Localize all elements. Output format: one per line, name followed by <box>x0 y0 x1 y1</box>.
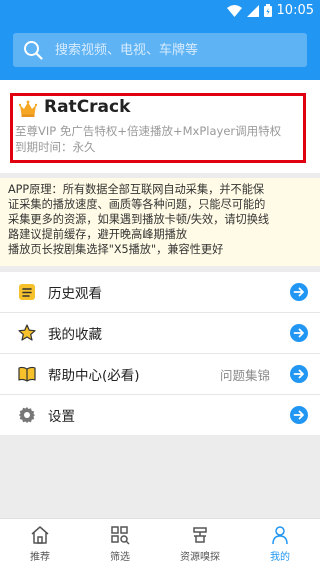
search-bar[interactable] <box>13 33 307 67</box>
menu-item-favorites[interactable]: 我的收藏 <box>0 313 320 354</box>
username: RatCrack <box>44 97 131 117</box>
tab-filter[interactable]: 筛选 <box>80 519 160 569</box>
signal-icon <box>246 4 259 17</box>
menu-item-settings[interactable]: 设置 <box>0 395 320 435</box>
gear-icon <box>19 407 35 423</box>
vip-privileges: 至尊VIP 免广告特权+倍速播放+MxPlayer调用特权 <box>15 124 282 138</box>
notice-line: 采集更多的资源，如果遇到播放卡顿/失效，请切换线 <box>8 213 270 226</box>
tab-recommend[interactable]: 推荐 <box>0 519 80 569</box>
menu-extra-faq: 问题集锦 <box>219 367 270 383</box>
battery-icon <box>263 4 272 17</box>
menu-label-history: 历史观看 <box>48 286 102 302</box>
grid-search-icon <box>111 526 130 545</box>
notice-line: APP原理：所有数据全部互联网自动采集，并不能保 <box>8 183 265 196</box>
profile-highlight-box: RatCrack 至尊VIP 免广告特权+倍速播放+MxPlayer调用特权 到… <box>10 93 306 163</box>
app-bar <box>0 24 320 80</box>
status-bar: 10:05 <box>0 0 320 24</box>
notice-line: 证采集的播放速度、画质等各种问题，只能尽可能的 <box>8 198 266 211</box>
search-icon[interactable] <box>23 40 43 60</box>
wifi-icon <box>226 4 242 17</box>
vip-expiry: 到期时间：永久 <box>15 140 96 154</box>
profile-card[interactable]: RatCrack 至尊VIP 免广告特权+倍速播放+MxPlayer调用特权 到… <box>0 80 320 173</box>
menu-label-settings: 设置 <box>48 409 75 425</box>
tab-label: 推荐 <box>30 552 50 563</box>
bottom-nav: 推荐 筛选 资源嗅探 我的 <box>0 518 320 569</box>
search-input[interactable] <box>53 41 287 59</box>
sniff-icon <box>193 527 207 543</box>
arrow-right-icon[interactable] <box>290 324 308 342</box>
arrow-right-icon[interactable] <box>290 365 308 383</box>
book-icon <box>18 366 36 382</box>
arrow-right-icon[interactable] <box>290 406 308 424</box>
crown-icon <box>19 100 37 117</box>
menu-label-help: 帮助中心(必看) <box>48 368 140 384</box>
notice-line: 路建议提前缓存，避开晚高峰期播放 <box>8 228 188 241</box>
tab-sniff[interactable]: 资源嗅探 <box>160 519 240 569</box>
status-icons: 10:05 <box>226 3 314 18</box>
menu-item-history[interactable]: 历史观看 <box>0 272 320 313</box>
home-icon <box>31 526 49 544</box>
history-icon <box>19 284 35 300</box>
user-icon <box>272 526 288 545</box>
menu-list: 历史观看 我的收藏 帮助中心(必看) 问题集锦 设置 <box>0 272 320 435</box>
tab-mine[interactable]: 我的 <box>240 519 320 569</box>
menu-label-favorites: 我的收藏 <box>48 327 102 343</box>
notice-line: 播放页长按剧集选择"X5播放"，兼容性更好 <box>8 243 224 256</box>
tab-label: 筛选 <box>110 552 130 563</box>
status-time: 10:05 <box>276 3 314 18</box>
tab-label: 资源嗅探 <box>180 552 220 563</box>
star-icon <box>18 324 36 341</box>
notice-banner: APP原理：所有数据全部互联网自动采集，并不能保 证采集的播放速度、画质等各种问… <box>0 178 320 266</box>
menu-item-help[interactable]: 帮助中心(必看) 问题集锦 <box>0 354 320 395</box>
arrow-right-icon[interactable] <box>290 283 308 301</box>
tab-label: 我的 <box>270 552 290 563</box>
